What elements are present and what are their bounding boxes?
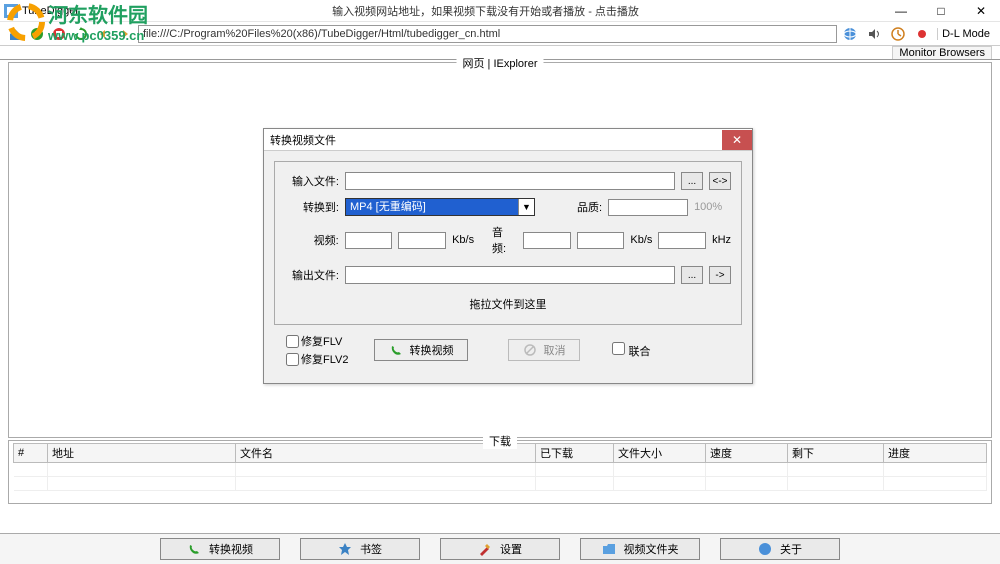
video-folder-button[interactable]: 视频文件夹	[580, 538, 700, 560]
quality-label: 品质:	[577, 199, 602, 215]
video-folder-label: 视频文件夹	[624, 541, 679, 557]
col-downloaded[interactable]: 已下载	[536, 444, 614, 463]
settings-label: 设置	[500, 541, 522, 557]
url-input[interactable]: file:///C:/Program%20Files%20(x86)/TubeD…	[138, 25, 837, 43]
combine-checkbox[interactable]: 联合	[612, 342, 650, 359]
window-title: TubeDigger	[22, 5, 79, 17]
tools-icon	[478, 542, 492, 556]
col-progress[interactable]: 进度	[884, 444, 987, 463]
download-table: # 地址 文件名 已下载 文件大小 速度 剩下 进度	[13, 443, 987, 491]
audio-kbs-label: Kb/s	[630, 234, 652, 246]
col-size[interactable]: 文件大小	[614, 444, 706, 463]
back-icon[interactable]	[94, 25, 112, 43]
dl-mode-button[interactable]: D-L Mode	[937, 28, 994, 40]
format-selected: MP4 [无重编码]	[346, 199, 518, 215]
settings-button[interactable]: 设置	[440, 538, 560, 560]
go-output-button[interactable]: ->	[709, 266, 731, 284]
web-legend: 网页 | IExplorer	[457, 55, 544, 71]
stop-icon[interactable]	[50, 25, 68, 43]
download-panel: 下载 # 地址 文件名 已下载 文件大小 速度 剩下 进度	[8, 440, 992, 504]
video-label: 视频:	[285, 232, 339, 248]
convert-label: 转换视频	[409, 342, 453, 358]
quality-field[interactable]	[608, 199, 688, 216]
fix-flv-checkbox[interactable]: 修复FLV	[286, 333, 348, 349]
dialog-form: 输入文件: ... <-> 转换到: MP4 [无重编码] ▼ 品质: 100%…	[274, 161, 742, 325]
col-speed[interactable]: 速度	[706, 444, 788, 463]
input-file-field[interactable]	[345, 172, 675, 190]
audio-br-field[interactable]	[523, 232, 571, 249]
output-file-label: 输出文件:	[285, 267, 339, 283]
sound-icon[interactable]	[865, 25, 883, 43]
convert-button[interactable]: 转换视频	[374, 339, 468, 361]
bookmark-label: 书签	[360, 541, 382, 557]
swap-button[interactable]: <->	[709, 172, 731, 190]
input-file-label: 输入文件:	[285, 173, 339, 189]
download-legend: 下载	[483, 433, 517, 449]
col-remain[interactable]: 剩下	[788, 444, 884, 463]
convert-video-label: 转换视频	[209, 541, 253, 557]
minimize-button[interactable]: —	[892, 2, 910, 20]
drag-hint: 拖拉文件到这里	[285, 292, 731, 316]
audio-label: 音频:	[492, 224, 517, 256]
table-row[interactable]	[14, 463, 987, 477]
cancel-button[interactable]: 取消	[508, 339, 580, 361]
globe-small-icon	[758, 542, 772, 556]
video-w-field[interactable]	[345, 232, 393, 249]
chevron-down-icon: ▼	[518, 199, 534, 215]
title-bar: TubeDigger 输入视频网站地址，如果视频下载没有开始或者播放 - 点击播…	[0, 0, 1000, 22]
folder-icon	[602, 542, 616, 556]
refresh-icon[interactable]	[72, 25, 90, 43]
cancel-icon	[523, 343, 537, 357]
audio-khz-field[interactable]	[658, 232, 706, 249]
browse-output-button[interactable]: ...	[681, 266, 703, 284]
format-combo[interactable]: MP4 [无重编码] ▼	[345, 198, 535, 216]
video-kbs-label: Kb/s	[452, 234, 474, 246]
audio-sr-field[interactable]	[577, 232, 625, 249]
app-icon	[4, 4, 18, 18]
table-row[interactable]	[14, 477, 987, 491]
handset-icon	[187, 542, 201, 556]
browse-input-button[interactable]: ...	[681, 172, 703, 190]
fix-flv2-checkbox[interactable]: 修复FLV2	[286, 351, 348, 367]
hint-text: 输入视频网站地址，如果视频下载没有开始或者播放 - 点击播放	[79, 3, 892, 19]
about-label: 关于	[780, 541, 802, 557]
toolbar: file:///C:/Program%20Files%20(x86)/TubeD…	[0, 22, 1000, 46]
handset-icon	[389, 343, 403, 357]
star-icon	[338, 542, 352, 556]
dialog-titlebar: 转换视频文件 ✕	[264, 129, 752, 151]
convert-video-button[interactable]: 转换视频	[160, 538, 280, 560]
col-url[interactable]: 地址	[48, 444, 236, 463]
close-button[interactable]: ✕	[972, 2, 990, 20]
format-label: 转换到:	[285, 199, 339, 215]
dialog-close-button[interactable]: ✕	[722, 130, 752, 150]
clock-icon[interactable]	[889, 25, 907, 43]
monitor-browsers-tab[interactable]: Monitor Browsers	[892, 46, 992, 59]
bottom-bar: 转换视频 书签 设置 视频文件夹 关于	[0, 533, 1000, 564]
globe-icon[interactable]	[841, 25, 859, 43]
quality-value: 100%	[694, 201, 722, 213]
cancel-label: 取消	[543, 342, 565, 358]
col-num[interactable]: #	[14, 444, 48, 463]
audio-khz-label: kHz	[712, 234, 731, 246]
about-button[interactable]: 关于	[720, 538, 840, 560]
video-h-field[interactable]	[398, 232, 446, 249]
convert-dialog: 转换视频文件 ✕ 输入文件: ... <-> 转换到: MP4 [无重编码] ▼…	[263, 128, 753, 384]
home-icon[interactable]	[6, 25, 24, 43]
dialog-title: 转换视频文件	[270, 132, 336, 148]
go-icon[interactable]	[28, 25, 46, 43]
forward-icon[interactable]	[116, 25, 134, 43]
output-file-field[interactable]	[345, 266, 675, 284]
maximize-button[interactable]: □	[932, 2, 950, 20]
bookmark-button[interactable]: 书签	[300, 538, 420, 560]
mode-dot-icon	[913, 25, 931, 43]
